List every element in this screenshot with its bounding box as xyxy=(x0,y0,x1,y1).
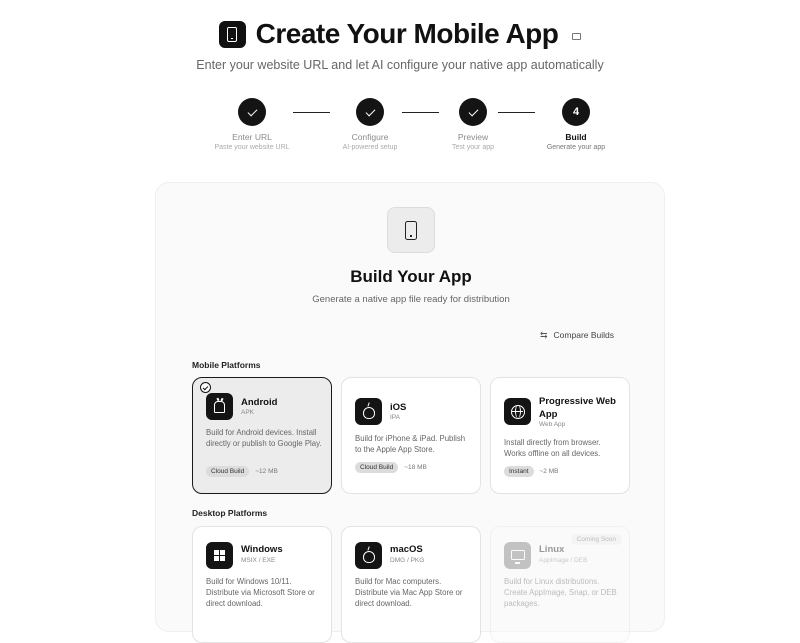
step-number: 4 xyxy=(562,98,590,126)
platform-card-linux: Coming Soon Linux AppImage / DEB Build f… xyxy=(490,526,630,643)
page-subtitle: Enter your website URL and let AI config… xyxy=(196,58,604,72)
mobile-section-label: Mobile Platforms xyxy=(192,360,261,370)
build-card: Build Your App Generate a native app fil… xyxy=(155,182,665,643)
platform-description: Build for Mac computers. Distribute via … xyxy=(355,577,463,608)
page-title: Create Your Mobile App xyxy=(255,18,559,49)
platform-format: APK xyxy=(241,409,255,416)
platform-description: Build for Windows 10/11. Distribute via … xyxy=(206,577,315,608)
build-type-badge: Cloud Build xyxy=(206,466,250,477)
platform-format: Web App xyxy=(539,421,566,428)
swap-icon: ⇆ xyxy=(540,329,548,340)
platform-name: macOS xyxy=(390,544,423,555)
phone-icon xyxy=(218,20,246,48)
platform-format: DMG / PKG xyxy=(390,557,425,564)
page-header: Create Your Mobile App Enter your websit… xyxy=(0,18,800,72)
step-label: Enter URL xyxy=(232,132,272,142)
platform-card-android[interactable]: Android APK Build for Android devices. I… xyxy=(192,377,332,494)
globe-icon xyxy=(504,398,531,425)
keyboard-icon[interactable] xyxy=(572,32,582,40)
platform-meta: Cloud Build ~12 MB xyxy=(206,466,278,477)
platform-format: IPA xyxy=(390,414,400,421)
monitor-icon xyxy=(504,542,531,569)
file-size: ~12 MB xyxy=(255,468,278,475)
apple-icon xyxy=(355,398,382,425)
step-label: Build xyxy=(565,132,587,142)
step-enter-url[interactable]: Enter URL Paste your website URL xyxy=(202,98,302,151)
platform-card-windows[interactable]: Windows MSIX / EXE Build for Windows 10/… xyxy=(192,526,332,643)
build-type-badge: Cloud Build xyxy=(355,462,399,473)
platform-name: Progressive Web App xyxy=(539,396,616,420)
check-icon xyxy=(356,98,384,126)
platform-meta: Cloud Build ~18 MB xyxy=(355,462,427,473)
build-title: Build Your App xyxy=(350,267,472,286)
compare-builds-button[interactable]: ⇆ Compare Builds xyxy=(540,326,614,344)
step-sublabel: Paste your website URL xyxy=(214,144,290,151)
check-icon xyxy=(459,98,487,126)
apple-icon xyxy=(355,542,382,569)
phone-icon xyxy=(387,207,435,253)
platform-card-macos[interactable]: macOS DMG / PKG Build for Mac computers.… xyxy=(341,526,481,643)
platform-format: AppImage / DEB xyxy=(539,557,588,564)
platform-description: Install directly from browser. Works off… xyxy=(504,438,601,458)
platform-card-ios[interactable]: iOS IPA Build for iPhone & iPad. Publish… xyxy=(341,377,481,494)
build-type-badge: Instant xyxy=(504,466,534,477)
platform-name: Windows xyxy=(241,544,283,555)
platform-meta: Instant ~2 MB xyxy=(504,466,558,477)
selected-check-icon xyxy=(200,382,211,393)
platform-card-pwa[interactable]: Progressive Web App Web App Install dire… xyxy=(490,377,630,494)
step-sublabel: AI-powered setup xyxy=(342,144,398,151)
platform-name: iOS xyxy=(390,402,407,413)
platform-format: MSIX / EXE xyxy=(241,557,276,564)
step-sublabel: Test your app xyxy=(451,144,495,151)
compare-builds-label: Compare Builds xyxy=(553,330,615,340)
coming-soon-badge: Coming Soon xyxy=(570,534,622,545)
desktop-section-label: Desktop Platforms xyxy=(192,508,268,518)
step-build[interactable]: 4 Build Generate your app xyxy=(526,98,626,151)
title-row: Create Your Mobile App xyxy=(0,18,800,50)
platform-name: Linux xyxy=(539,544,565,555)
check-icon xyxy=(238,98,266,126)
file-size: ~18 MB xyxy=(404,464,427,471)
step-label: Configure xyxy=(351,132,389,142)
file-size: ~2 MB xyxy=(539,468,559,475)
step-sublabel: Generate your app xyxy=(546,144,606,151)
platform-name: Android xyxy=(241,397,278,408)
android-icon xyxy=(206,393,233,420)
step-preview[interactable]: Preview Test your app xyxy=(423,98,523,151)
progress-stepper: Enter URL Paste your website URL Configu… xyxy=(0,98,800,158)
step-configure[interactable]: Configure AI-powered setup xyxy=(320,98,420,151)
platform-description: Build for iPhone & iPad. Publish to the … xyxy=(355,434,466,454)
build-subtitle: Generate a native app file ready for dis… xyxy=(312,294,510,305)
platform-description: Build for Android devices. Install direc… xyxy=(206,428,322,448)
step-label: Preview xyxy=(457,132,489,142)
platform-description: Build for Linux distributions. Create Ap… xyxy=(504,577,617,608)
windows-icon xyxy=(206,542,233,569)
